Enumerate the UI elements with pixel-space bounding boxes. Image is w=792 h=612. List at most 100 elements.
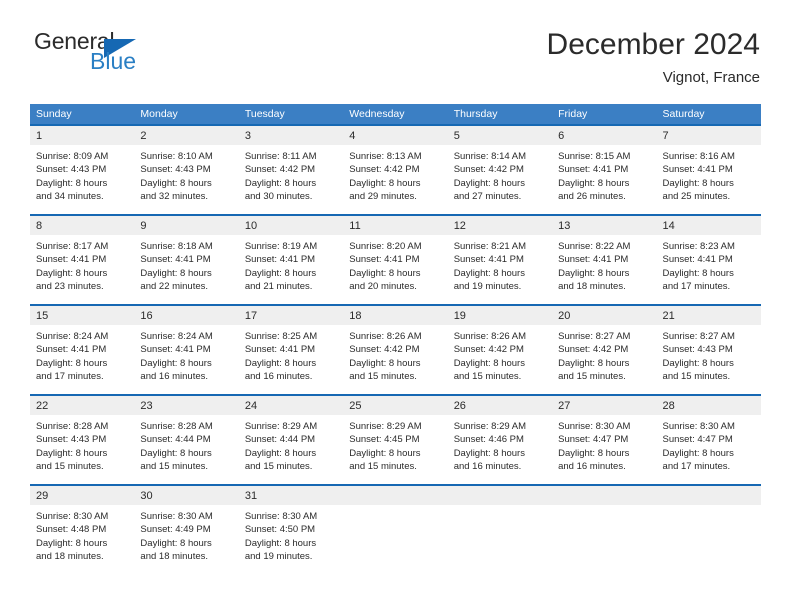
day-cell[interactable]: 13 Sunrise: 8:22 AM Sunset: 4:41 PM Dayligh…	[552, 214, 657, 304]
day-number: 7	[662, 130, 669, 142]
sunset-time: Sunset: 4:42 PM	[558, 344, 629, 356]
weekday-header-wednesday: Wednesday	[349, 108, 405, 120]
day-details: Sunrise: 8:18 AM Sunset: 4:41 PM Daylight:…	[134, 235, 238, 294]
daylight-duration-line2: and 15 minutes.	[349, 371, 417, 383]
weekday-header-monday: Monday	[140, 108, 178, 120]
day-cell[interactable]: 6 Sunrise: 8:15 AM Sunset: 4:41 PM Daylight…	[552, 124, 657, 214]
sunrise-time: Sunrise: 8:28 AM	[36, 421, 109, 432]
day-details: Sunrise: 8:29 AM Sunset: 4:45 PM Daylight:…	[343, 415, 447, 474]
day-number: 16	[140, 310, 153, 322]
day-details: Sunrise: 8:19 AM Sunset: 4:41 PM Daylight:…	[239, 235, 343, 294]
sunrise-time: Sunrise: 8:24 AM	[140, 331, 213, 342]
day-cell[interactable]: 17 Sunrise: 8:25 AM Sunset: 4:41 PM Dayligh…	[238, 304, 344, 394]
daylight-duration-line2: and 19 minutes.	[244, 551, 313, 563]
day-details: Sunrise: 8:30 AM Sunset: 4:49 PM Daylight:…	[134, 505, 238, 564]
daylight-duration-line2: and 16 minutes.	[244, 371, 313, 383]
daylight-duration-line1: Daylight: 8 hours	[140, 537, 212, 549]
sunset-time: Sunset: 4:43 PM	[36, 164, 107, 176]
day-cell[interactable]: 31 Sunrise: 8:30 AM Sunset: 4:50 PM Dayligh…	[238, 484, 344, 574]
day-cell[interactable]: 3 Sunrise: 8:11 AM Sunset: 4:42 PM Daylight…	[238, 124, 344, 214]
day-cell[interactable]: 16 Sunrise: 8:24 AM Sunset: 4:41 PM Dayligh…	[134, 304, 239, 394]
sunrise-time: Sunrise: 8:27 AM	[558, 331, 631, 342]
sunrise-time: Sunrise: 8:30 AM	[140, 511, 213, 522]
daylight-duration-line2: and 19 minutes.	[453, 281, 522, 293]
sunrise-time: Sunrise: 8:20 AM	[349, 241, 422, 252]
day-cell[interactable]: 28 Sunrise: 8:30 AM Sunset: 4:47 PM Dayligh…	[656, 394, 761, 484]
daylight-duration-line1: Daylight: 8 hours	[244, 447, 317, 459]
daylight-duration-line2: and 18 minutes.	[140, 551, 209, 563]
daylight-duration-line2: and 30 minutes.	[244, 191, 313, 203]
day-details: Sunrise: 8:22 AM Sunset: 4:41 PM Daylight:…	[552, 235, 656, 294]
day-cell[interactable]: 15 Sunrise: 8:24 AM Sunset: 4:41 PM Dayligh…	[30, 304, 135, 394]
daylight-duration-line1: Daylight: 8 hours	[453, 177, 525, 189]
day-cell[interactable]: 18 Sunrise: 8:26 AM Sunset: 4:42 PM Dayligh…	[343, 304, 448, 394]
sunrise-time: Sunrise: 8:29 AM	[244, 421, 318, 432]
day-number: 9	[140, 220, 147, 232]
sunrise-time: Sunrise: 8:09 AM	[36, 151, 109, 162]
sunrise-time: Sunrise: 8:27 AM	[662, 331, 735, 342]
daylight-duration-line1: Daylight: 8 hours	[36, 177, 108, 189]
day-number-band: 31	[238, 486, 344, 505]
day-cell[interactable]: 29 Sunrise: 8:30 AM Sunset: 4:48 PM Dayligh…	[30, 484, 135, 574]
day-details: Sunrise: 8:20 AM Sunset: 4:41 PM Daylight:…	[343, 235, 447, 294]
day-number: 21	[662, 310, 675, 322]
sunset-time: Sunset: 4:41 PM	[244, 254, 316, 266]
day-cell[interactable]: 25 Sunrise: 8:29 AM Sunset: 4:45 PM Dayligh…	[343, 394, 448, 484]
day-details	[343, 505, 447, 510]
daylight-duration-line2: and 15 minutes.	[36, 461, 104, 473]
day-cell[interactable]: 24 Sunrise: 8:29 AM Sunset: 4:44 PM Dayligh…	[238, 394, 344, 484]
day-cell[interactable]: 21 Sunrise: 8:27 AM Sunset: 4:43 PM Dayligh…	[656, 304, 761, 394]
day-number: 19	[453, 310, 466, 322]
day-number: 23	[140, 400, 153, 412]
day-cell[interactable]: 20 Sunrise: 8:27 AM Sunset: 4:42 PM Dayligh…	[552, 304, 657, 394]
daylight-duration-line1: Daylight: 8 hours	[140, 267, 212, 279]
day-number-band: 21	[656, 306, 761, 325]
day-number: 1	[36, 130, 43, 142]
day-cell[interactable]: 23 Sunrise: 8:28 AM Sunset: 4:44 PM Dayligh…	[134, 394, 239, 484]
day-details: Sunrise: 8:27 AM Sunset: 4:42 PM Daylight:…	[552, 325, 656, 384]
week-row: 29 Sunrise: 8:30 AM Sunset: 4:48 PM Dayligh…	[30, 484, 761, 574]
daylight-duration-line1: Daylight: 8 hours	[453, 447, 525, 459]
day-number-band: 9	[134, 216, 239, 235]
day-cell[interactable]: 10 Sunrise: 8:19 AM Sunset: 4:41 PM Dayligh…	[238, 214, 344, 304]
day-number-band	[447, 486, 553, 505]
day-number-band: 30	[134, 486, 239, 505]
daylight-duration-line1: Daylight: 8 hours	[558, 357, 630, 369]
day-cell[interactable]: 9 Sunrise: 8:18 AM Sunset: 4:41 PM Daylight…	[134, 214, 239, 304]
sunrise-time: Sunrise: 8:25 AM	[244, 331, 318, 342]
sunrise-time: Sunrise: 8:26 AM	[349, 331, 422, 342]
day-cell[interactable]: 2 Sunrise: 8:10 AM Sunset: 4:43 PM Daylight…	[134, 124, 239, 214]
sunset-time: Sunset: 4:43 PM	[36, 434, 107, 446]
day-cell[interactable]: 8 Sunrise: 8:17 AM Sunset: 4:41 PM Daylight…	[30, 214, 135, 304]
day-details: Sunrise: 8:27 AM Sunset: 4:43 PM Daylight:…	[657, 325, 761, 384]
day-number: 12	[453, 220, 466, 232]
sunrise-time: Sunrise: 8:30 AM	[244, 511, 318, 522]
sunrise-time: Sunrise: 8:11 AM	[244, 151, 317, 162]
day-cell[interactable]: 1 Sunrise: 8:09 AM Sunset: 4:43 PM Daylight…	[30, 124, 135, 214]
day-number: 10	[244, 220, 258, 232]
sunset-time: Sunset: 4:42 PM	[453, 164, 524, 176]
day-cell[interactable]: 5 Sunrise: 8:14 AM Sunset: 4:42 PM Daylight…	[447, 124, 553, 214]
brand-logo[interactable]: General Blue	[30, 28, 290, 88]
day-number: 11	[349, 220, 361, 232]
day-number-band: 12	[447, 216, 553, 235]
day-number: 18	[349, 310, 362, 322]
weekday-header-saturday: Saturday	[662, 108, 705, 120]
day-cell[interactable]: 27 Sunrise: 8:30 AM Sunset: 4:47 PM Dayligh…	[552, 394, 657, 484]
day-cell[interactable]: 11 Sunrise: 8:20 AM Sunset: 4:41 PM Dayligh…	[343, 214, 448, 304]
day-cell[interactable]: 12 Sunrise: 8:21 AM Sunset: 4:41 PM Dayligh…	[447, 214, 553, 304]
day-cell[interactable]: 19 Sunrise: 8:26 AM Sunset: 4:42 PM Dayligh…	[447, 304, 553, 394]
day-number: 3	[244, 130, 251, 142]
day-cell[interactable]: 14 Sunrise: 8:23 AM Sunset: 4:41 PM Dayligh…	[656, 214, 761, 304]
day-cell[interactable]: 30 Sunrise: 8:30 AM Sunset: 4:49 PM Dayligh…	[134, 484, 239, 574]
day-cell[interactable]: 4 Sunrise: 8:13 AM Sunset: 4:42 PM Daylight…	[343, 124, 448, 214]
day-cell[interactable]: 26 Sunrise: 8:29 AM Sunset: 4:46 PM Dayligh…	[447, 394, 553, 484]
day-number-band	[552, 486, 657, 505]
week-row: 1 Sunrise: 8:09 AM Sunset: 4:43 PM Daylight…	[30, 124, 761, 214]
day-number: 22	[36, 400, 49, 412]
sunset-time: Sunset: 4:41 PM	[140, 254, 211, 266]
day-cell[interactable]: 7 Sunrise: 8:16 AM Sunset: 4:41 PM Daylight…	[656, 124, 761, 214]
day-cell[interactable]: 22 Sunrise: 8:28 AM Sunset: 4:43 PM Dayligh…	[30, 394, 135, 484]
day-number-band: 29	[30, 486, 135, 505]
daylight-duration-line2: and 22 minutes.	[140, 281, 209, 293]
